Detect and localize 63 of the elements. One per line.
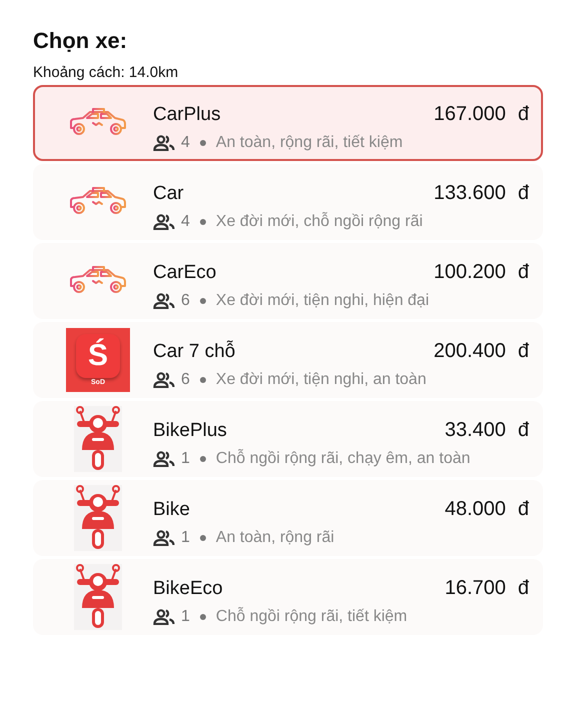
seat-count: 6 [181, 292, 190, 310]
price: 100.200 [434, 260, 506, 284]
currency: đ [518, 102, 529, 126]
vehicle-features: Chỗ ngồi rộng rãi, tiết kiệm [216, 608, 408, 626]
vehicle-option[interactable]: Car 133.600 đ 4 Xe đời mới, chỗ ngồi rộng rãi [33, 164, 543, 240]
people-icon [153, 292, 175, 308]
seat-count: 1 [181, 528, 190, 546]
vehicle-option[interactable]: CarPlus 167.000 đ 4 An toàn, rộng rãi, tiết kiệm [33, 85, 543, 161]
currency: đ [518, 576, 529, 600]
vehicle-features: An toàn, rộng rãi, tiết kiệm [216, 134, 403, 152]
price: 133.600 [434, 182, 506, 204]
page-title: Chọn xe: [33, 28, 128, 54]
people-icon [153, 530, 175, 546]
vehicle-option[interactable]: CarEco 100.200 đ 6 Xe đời mới, tiện nghi, hiện đại [33, 243, 543, 319]
scooter-icon [74, 564, 122, 630]
vehicle-option[interactable]: BikeEco 16.700 đ 1 Chỗ ngồi rộng rãi, tiết kiệm [33, 559, 543, 635]
vehicle-name: Car 7 chỗ [153, 340, 236, 362]
vehicle-name: BikeEco [153, 578, 223, 600]
separator-dot [200, 456, 206, 462]
seat-count: 1 [181, 608, 190, 626]
seat-count: 4 [181, 134, 190, 152]
people-icon [153, 134, 175, 150]
distance-label: Khoảng cách: 14.0km [33, 64, 178, 81]
vehicle-name: CarEco [153, 262, 216, 284]
vehicle-option[interactable]: BikePlus 33.400 đ 1 Chỗ ngồi rộng rãi, chạy êm, an toàn [33, 401, 543, 477]
separator-dot [200, 534, 206, 540]
currency: đ [518, 182, 529, 204]
currency: đ [518, 340, 529, 362]
currency: đ [518, 498, 529, 520]
price: 167.000 [434, 102, 506, 126]
taxi-icon [68, 187, 128, 217]
vehicle-features: Chỗ ngồi rộng rãi, chạy êm, an toàn [216, 450, 470, 468]
separator-dot [200, 298, 206, 304]
vehicle-name: BikePlus [153, 420, 227, 442]
vehicle-name: CarPlus [153, 104, 221, 126]
separator-dot [200, 614, 206, 620]
seat-count: 6 [181, 370, 190, 388]
taxi-icon [68, 266, 128, 296]
price: 16.700 [444, 576, 506, 600]
vehicle-features: Xe đời mới, tiện nghi, hiện đại [216, 292, 430, 310]
vehicle-features: Xe đời mới, chỗ ngồi rộng rãi [216, 212, 423, 230]
price: 48.000 [444, 498, 506, 520]
price: 33.400 [444, 418, 506, 442]
vehicle-name: Bike [153, 498, 190, 520]
people-icon [153, 608, 175, 624]
scooter-icon [74, 406, 122, 472]
people-icon [153, 214, 175, 230]
price: 200.400 [434, 340, 506, 362]
separator-dot [200, 140, 206, 146]
seat-count: 4 [181, 212, 190, 230]
currency: đ [518, 260, 529, 284]
vehicle-features: An toàn, rộng rãi [216, 528, 334, 546]
currency: đ [518, 418, 529, 442]
vehicle-option[interactable]: Bike 48.000 đ 1 An toàn, rộng rãi [33, 480, 543, 556]
scooter-icon [74, 485, 122, 551]
separator-dot [200, 218, 206, 224]
taxi-icon [68, 108, 128, 138]
people-icon [153, 372, 175, 388]
vehicle-features: Xe đời mới, tiện nghi, an toàn [216, 370, 426, 388]
separator-dot [200, 376, 206, 382]
vehicle-name: Car [153, 182, 184, 204]
people-icon [153, 450, 175, 466]
seat-count: 1 [181, 450, 190, 468]
